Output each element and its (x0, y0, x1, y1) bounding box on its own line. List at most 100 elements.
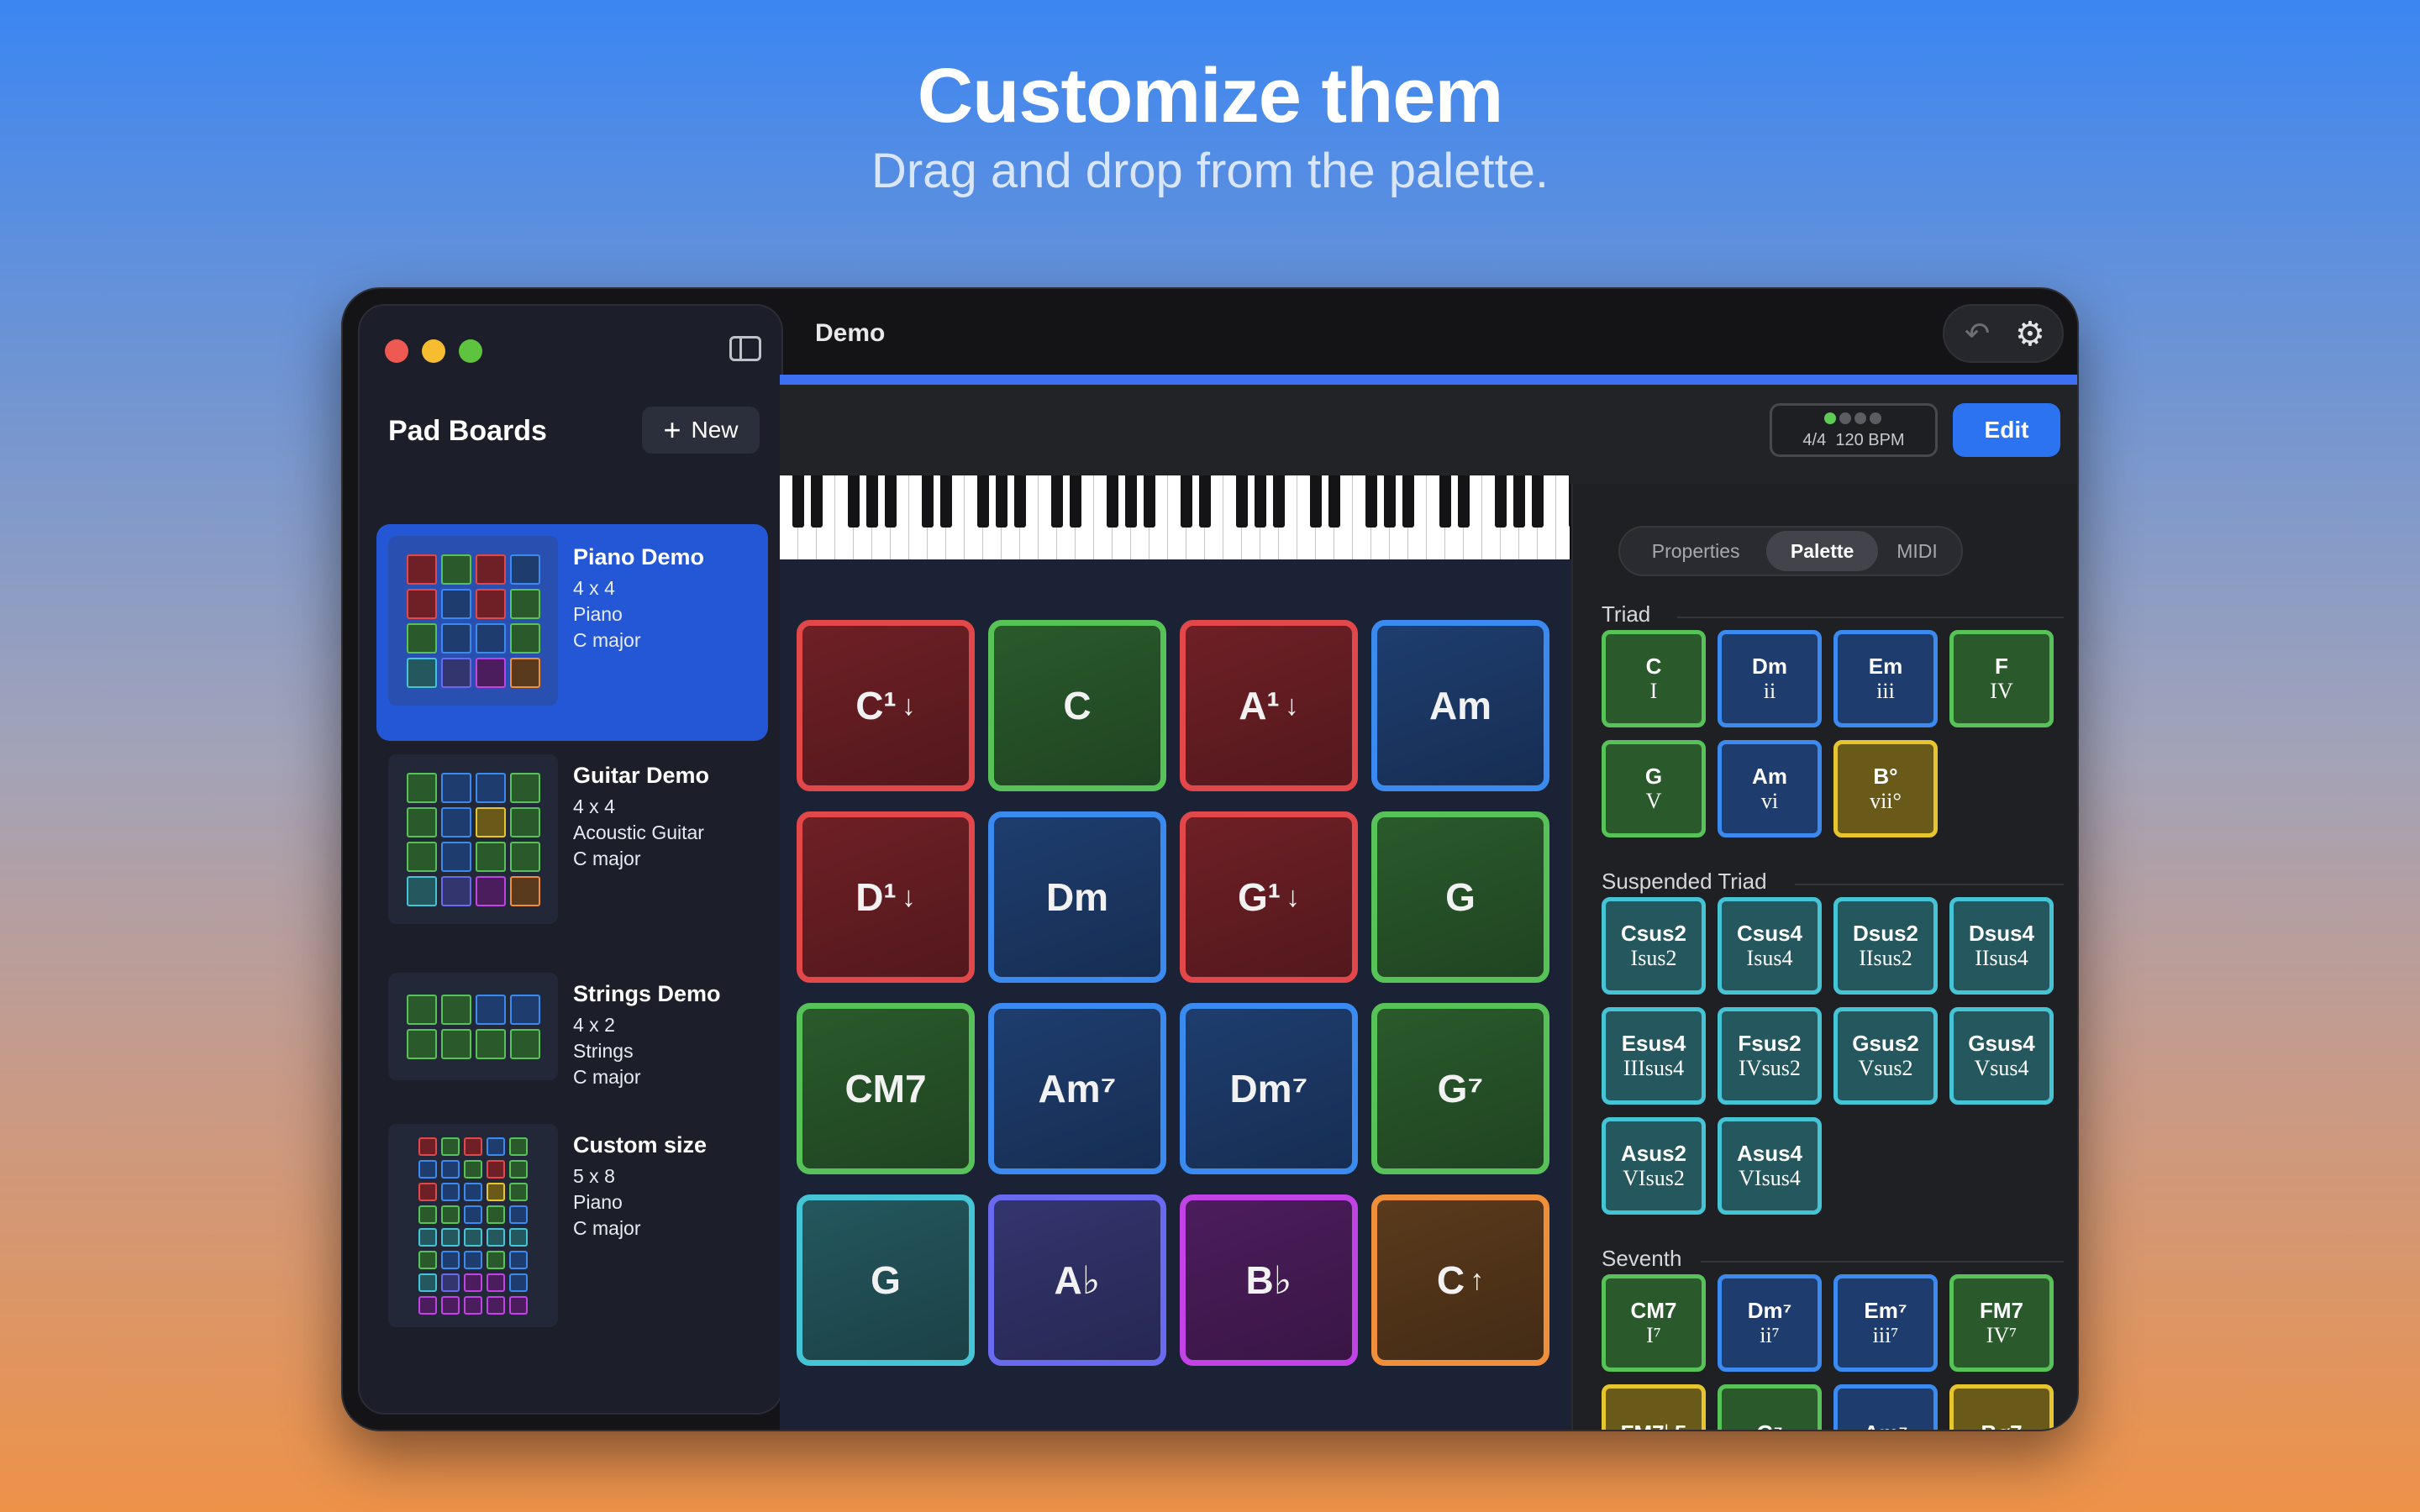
thumbnail-cell (406, 841, 437, 872)
palette-chord-chip[interactable]: Am vi (1718, 740, 1822, 837)
palette-chord-chip[interactable]: Csus2 Isus2 (1602, 897, 1706, 995)
gear-icon[interactable]: ⚙ (2015, 316, 2045, 353)
thumbnail-cell (406, 554, 437, 585)
black-key[interactable] (1495, 475, 1507, 528)
zoom-window-button[interactable] (459, 339, 482, 363)
palette-chord-chip[interactable]: Bø7 (1949, 1384, 2054, 1430)
palette-chord-chip[interactable]: FM7♭5 (1602, 1384, 1706, 1430)
board-item-guitar-demo[interactable]: Guitar Demo 4 x 4 Acoustic Guitar C majo… (376, 743, 768, 959)
chord-pad[interactable]: C (988, 620, 1166, 791)
palette-chord-chip[interactable]: GV (1602, 740, 1706, 837)
minimize-window-button[interactable] (422, 339, 445, 363)
chord-pad[interactable]: Dm (988, 811, 1166, 983)
board-item-strings-demo[interactable]: Strings Demo 4 x 2 Strings C major (376, 961, 768, 1112)
black-key[interactable] (1439, 475, 1451, 528)
palette-chord-chip[interactable]: Asus2 VIsus2 (1602, 1117, 1706, 1215)
white-key[interactable] (1556, 475, 1570, 559)
palette-chord-chip[interactable]: G⁷ (1718, 1384, 1822, 1430)
palette-chord-chip[interactable]: Dsus2 IIsus2 (1833, 897, 1938, 995)
black-key[interactable] (1402, 475, 1414, 528)
chord-pad[interactable]: CM7 (797, 1003, 975, 1174)
palette-chord-chip[interactable]: Gsus4 Vsus4 (1949, 1007, 2054, 1105)
chord-pad[interactable]: Dm⁷ (1180, 1003, 1358, 1174)
black-key[interactable] (1125, 475, 1137, 528)
pad-label: Am⁷ (1038, 1067, 1117, 1110)
black-key[interactable] (1384, 475, 1396, 528)
black-key[interactable] (1236, 475, 1248, 528)
chord-pad[interactable]: G¹ ↓ (1180, 811, 1358, 983)
chord-pad[interactable]: C ↑ (1371, 1194, 1549, 1366)
black-key[interactable] (811, 475, 823, 528)
new-board-button[interactable]: + New (642, 407, 760, 454)
chord-pad[interactable]: G (1371, 811, 1549, 983)
palette-chord-chip[interactable]: Csus4 Isus4 (1718, 897, 1822, 995)
close-window-button[interactable] (385, 339, 408, 363)
palette-chord-chip[interactable]: Fsus2 IVsus2 (1718, 1007, 1822, 1105)
undo-icon[interactable]: ↶ (1965, 318, 1993, 349)
palette-chord-chip[interactable]: FM7 IV⁷ (1949, 1274, 2054, 1372)
palette-chord-chip[interactable]: Dm⁷ ii⁷ (1718, 1274, 1822, 1372)
edit-button[interactable]: Edit (1953, 403, 2060, 457)
palette-chord-chip[interactable]: Gsus2 Vsus2 (1833, 1007, 1938, 1105)
palette-chord-chip[interactable]: Dsus4 IIsus4 (1949, 897, 2054, 995)
chord-pad[interactable]: A♭ (988, 1194, 1166, 1366)
palette-chord-chip[interactable]: Dm ii (1718, 630, 1822, 727)
chip-chord-name: G⁷ (1757, 1420, 1783, 1430)
black-key[interactable] (1569, 475, 1570, 528)
black-key[interactable] (1513, 475, 1525, 528)
chord-pad[interactable]: Am (1371, 620, 1549, 791)
black-key[interactable] (792, 475, 804, 528)
black-key[interactable] (977, 475, 989, 528)
palette-chord-chip[interactable]: Esus4 IIIsus4 (1602, 1007, 1706, 1105)
black-key[interactable] (940, 475, 952, 528)
tab-palette[interactable]: Palette (1766, 531, 1878, 571)
chip-roman-numeral: I (1649, 679, 1658, 703)
board-instrument: Strings (573, 1040, 634, 1062)
black-key[interactable] (1199, 475, 1211, 528)
piano-keyboard[interactable] (780, 475, 1570, 559)
palette-chord-chip[interactable]: Am⁷ (1833, 1384, 1938, 1430)
palette-chord-chip[interactable]: Em iii (1833, 630, 1938, 727)
palette-chord-chip[interactable]: CM7 I⁷ (1602, 1274, 1706, 1372)
black-key[interactable] (1051, 475, 1063, 528)
board-item-piano-demo[interactable]: Piano Demo 4 x 4 Piano C major (376, 524, 768, 741)
tab-midi[interactable]: MIDI (1878, 531, 1956, 571)
chord-pad[interactable]: D¹ ↓ (797, 811, 975, 983)
chord-pad[interactable]: A¹ ↓ (1180, 620, 1358, 791)
black-key[interactable] (1255, 475, 1266, 528)
chord-pad[interactable]: G⁷ (1371, 1003, 1549, 1174)
palette-chord-chip[interactable]: CI (1602, 630, 1706, 727)
chord-pad[interactable]: G (797, 1194, 975, 1366)
tempo: 120 BPM (1835, 431, 1905, 449)
board-size: 4 x 4 (573, 577, 615, 599)
board-item-custom-size[interactable]: Custom size 5 x 8 Piano C major (376, 1112, 768, 1356)
black-key[interactable] (1365, 475, 1377, 528)
black-key[interactable] (848, 475, 860, 528)
black-key[interactable] (1107, 475, 1118, 528)
black-key[interactable] (996, 475, 1007, 528)
chord-pad[interactable]: C¹ ↓ (797, 620, 975, 791)
black-key[interactable] (1310, 475, 1322, 528)
black-key[interactable] (1144, 475, 1155, 528)
palette-section-title: Triad (1602, 601, 1651, 627)
black-key[interactable] (1532, 475, 1544, 528)
chord-pad[interactable]: B♭ (1180, 1194, 1358, 1366)
tab-properties[interactable]: Properties (1625, 531, 1766, 571)
sidebar-toggle-icon[interactable] (729, 336, 761, 361)
palette-chord-chip[interactable]: Em⁷ iii⁷ (1833, 1274, 1938, 1372)
black-key[interactable] (1181, 475, 1192, 528)
black-key[interactable] (1458, 475, 1470, 528)
palette-chord-chip[interactable]: Asus4 VIsus4 (1718, 1117, 1822, 1215)
black-key[interactable] (1328, 475, 1340, 528)
black-key[interactable] (1014, 475, 1026, 528)
chord-pad[interactable]: Am⁷ (988, 1003, 1166, 1174)
chip-chord-name: Am⁷ (1864, 1420, 1908, 1430)
black-key[interactable] (866, 475, 878, 528)
black-key[interactable] (922, 475, 934, 528)
black-key[interactable] (885, 475, 897, 528)
black-key[interactable] (1273, 475, 1285, 528)
black-key[interactable] (1070, 475, 1081, 528)
palette-chord-chip[interactable]: B° vii° (1833, 740, 1938, 837)
palette-chord-chip[interactable]: F IV (1949, 630, 2054, 727)
transport-display[interactable]: 4/4 120 BPM (1770, 403, 1938, 457)
